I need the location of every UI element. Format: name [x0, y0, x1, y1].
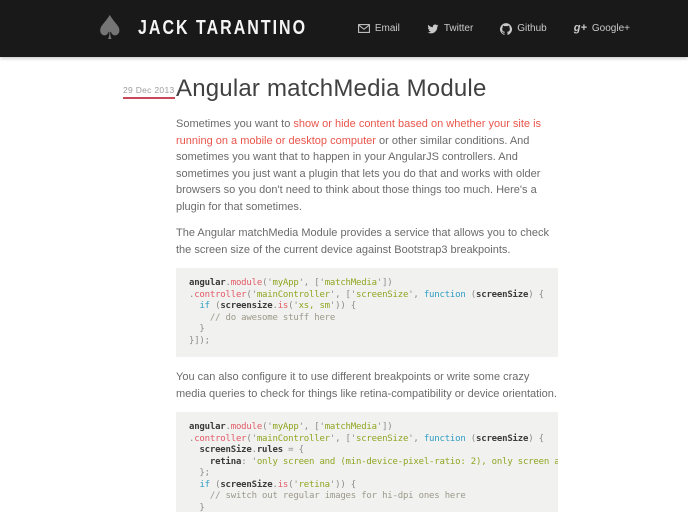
code-line: angular.module('myApp', ['matchMedia']) — [189, 422, 393, 432]
nav-label: Github — [517, 22, 547, 34]
spade-icon: ♠ — [95, 7, 125, 47]
googleplus-icon: g+ — [573, 22, 587, 34]
github-icon — [500, 22, 513, 35]
post-title: Angular matchMedia Module — [176, 75, 487, 102]
page: ♠ JACK TARANTINO Email Twitter Github g+… — [0, 0, 688, 512]
header-nav: Email Twitter Github g+ Google+ — [357, 22, 630, 35]
nav-link-twitter[interactable]: Twitter — [427, 23, 473, 35]
code-line: // do awesome stuff here — [189, 312, 336, 323]
code-line: } — [189, 502, 205, 512]
code-line: .controller('mainController', ['screenSi… — [189, 289, 544, 300]
code-line: } — [189, 324, 205, 334]
paragraph-3: You can also configure it to use differe… — [176, 371, 557, 400]
nav-label: Twitter — [443, 22, 474, 34]
code-line: }; — [189, 468, 210, 478]
nav-label: Email — [374, 22, 400, 34]
code-line: retina: 'only screen and (min-device-pix… — [209, 456, 558, 467]
code-line: // switch out regular images for hi-dpi … — [189, 491, 466, 501]
nav-link-github[interactable]: Github — [500, 22, 547, 35]
code-line: }]); — [189, 335, 210, 346]
paragraph-2: The Angular matchMedia Module provides a… — [176, 227, 549, 256]
code-block-2: angular.module('myApp', ['matchMedia']).… — [176, 412, 558, 512]
post-date: 29 Dec 2013 — [123, 85, 175, 99]
nav-link-email[interactable]: Email — [357, 22, 400, 34]
nav-label: Google+ — [591, 22, 630, 34]
code-line: angular.module('myApp', ['matchMedia']) — [189, 278, 393, 288]
code-line: .controller('mainController', ['screenSi… — [189, 433, 544, 444]
site-logo[interactable]: ♠ JACK TARANTINO — [95, 7, 349, 47]
paragraph-1: Sometimes you want to show or hide conte… — [176, 116, 558, 215]
site-header: ♠ JACK TARANTINO Email Twitter Github g+… — [0, 0, 688, 57]
nav-link-googleplus[interactable]: g+ Google+ — [574, 23, 630, 34]
article: 29 Dec 2013 Angular matchMedia Module So… — [0, 57, 558, 512]
code-line: if (screenSize.is('retina')) { — [199, 479, 356, 490]
twitter-icon — [427, 23, 439, 35]
code-line: screenSize.rules = { — [199, 445, 304, 455]
email-icon — [357, 24, 370, 33]
code-line: if (screensize.is('xs, sm')) { — [199, 301, 356, 311]
site-title: JACK TARANTINO — [137, 17, 307, 39]
paragraph-text: Sometimes you want to — [176, 118, 294, 130]
code-block-1: angular.module('myApp', ['matchMedia']).… — [176, 268, 558, 357]
